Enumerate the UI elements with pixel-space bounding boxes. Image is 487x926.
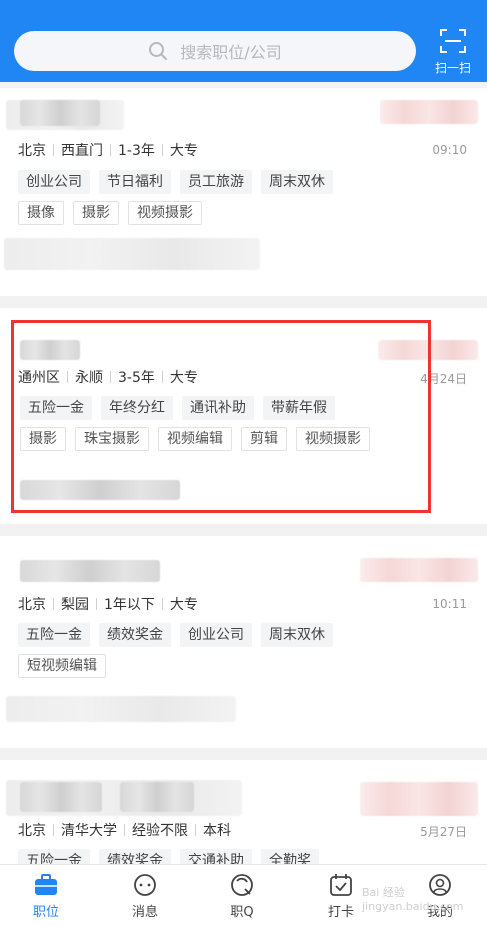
skill-tag: 摄像 bbox=[18, 201, 64, 225]
salary-blurred bbox=[360, 782, 478, 816]
watermark: Bai 经验 jingyan.baidu.com bbox=[362, 886, 464, 913]
job-title-blurred bbox=[20, 782, 102, 812]
skill-tag: 短视频编辑 bbox=[18, 654, 106, 678]
skill-tags: 短视频编辑 bbox=[18, 654, 106, 678]
benefit-tag: 绩效奖金 bbox=[99, 623, 171, 647]
job-meta: 北京 清华大学 经验不限 本科 bbox=[18, 823, 231, 839]
tab-label: 打卡 bbox=[327, 905, 354, 920]
job-meta: 北京 梨园 1年以下 大专 bbox=[18, 597, 198, 613]
skill-tag: 摄影 bbox=[73, 201, 119, 225]
tab-label: 职Q bbox=[230, 905, 254, 920]
job-meta: 北京 西直门 1-3年 大专 bbox=[18, 143, 198, 159]
benefit-tag: 周末双休 bbox=[261, 623, 333, 647]
skill-tags: 摄像 摄影 视频摄影 bbox=[18, 201, 202, 225]
search-placeholder: 搜索职位/公司 bbox=[180, 43, 282, 62]
post-time: 09:10 bbox=[432, 143, 467, 157]
tab-q[interactable]: 职Q bbox=[212, 873, 272, 920]
benefit-tag: 创业公司 bbox=[18, 170, 90, 194]
post-time: 5月27日 bbox=[420, 825, 467, 839]
company-blurred bbox=[6, 696, 236, 722]
skill-tag: 视频摄影 bbox=[128, 201, 202, 225]
scan-icon bbox=[440, 29, 466, 53]
benefit-tag: 创业公司 bbox=[180, 623, 252, 647]
salary-blurred bbox=[380, 100, 478, 124]
job-card[interactable]: 北京 梨园 1年以下 大专 10:11 五险一金 绩效奖金 创业公司 周末双休 … bbox=[0, 536, 487, 748]
checkin-icon bbox=[330, 874, 352, 896]
benefit-tag: 五险一金 bbox=[18, 849, 90, 864]
tab-jobs[interactable]: 职位 bbox=[16, 873, 76, 920]
company-blurred bbox=[4, 238, 260, 270]
tab-label: 职位 bbox=[32, 905, 59, 920]
benefit-tag: 绩效奖金 bbox=[99, 849, 171, 864]
q-icon bbox=[231, 874, 253, 896]
post-time: 10:11 bbox=[432, 597, 467, 611]
benefit-tags: 创业公司 节日福利 员工旅游 周末双休 bbox=[18, 170, 333, 194]
scan-button[interactable]: 扫一扫 bbox=[428, 28, 478, 75]
job-card[interactable]: 北京 清华大学 经验不限 本科 5月27日 五险一金 绩效奖金 交通补助 全勤奖 bbox=[0, 760, 487, 864]
search-icon bbox=[149, 42, 168, 60]
benefit-tag: 五险一金 bbox=[18, 623, 90, 647]
tab-messages[interactable]: 消息 bbox=[115, 873, 175, 920]
job-title-blurred bbox=[20, 560, 160, 582]
chat-icon bbox=[134, 874, 156, 896]
benefit-tags: 五险一金 绩效奖金 创业公司 周末双休 bbox=[18, 623, 333, 647]
briefcase-icon bbox=[35, 874, 57, 895]
tab-label: 消息 bbox=[131, 905, 158, 920]
scan-label: 扫一扫 bbox=[434, 61, 471, 75]
benefit-tag: 员工旅游 bbox=[180, 170, 252, 194]
benefit-tag: 节日福利 bbox=[99, 170, 171, 194]
benefit-tag: 周末双休 bbox=[261, 170, 333, 194]
salary-blurred bbox=[360, 558, 478, 582]
benefit-tags: 五险一金 绩效奖金 交通补助 全勤奖 bbox=[18, 849, 319, 864]
benefit-tag: 交通补助 bbox=[180, 849, 252, 864]
highlight-box bbox=[11, 320, 431, 513]
search-bar[interactable]: 搜索职位/公司 bbox=[14, 31, 416, 71]
app-header: 搜索职位/公司 扫一扫 bbox=[0, 0, 487, 82]
benefit-tag: 全勤奖 bbox=[261, 849, 319, 864]
job-card[interactable]: 北京 西直门 1-3年 大专 09:10 创业公司 节日福利 员工旅游 周末双休… bbox=[0, 88, 487, 296]
job-title-blurred bbox=[20, 100, 100, 126]
